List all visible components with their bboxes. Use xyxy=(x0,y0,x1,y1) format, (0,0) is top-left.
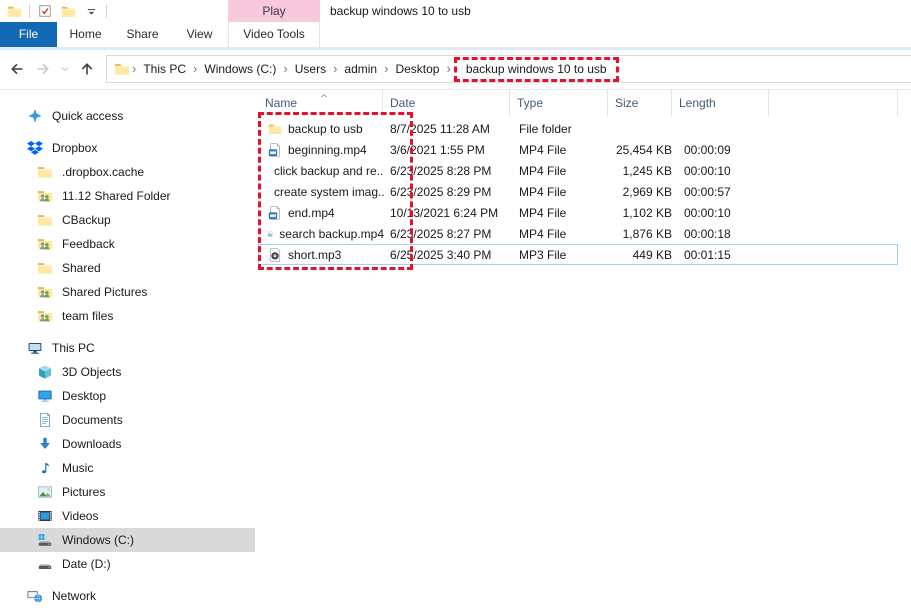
sidebar-item-feedback[interactable]: Feedback xyxy=(0,232,255,256)
sidebar-item-date-d[interactable]: Date (D:) xyxy=(0,552,255,576)
file-explorer-window: Play backup windows 10 to usb File Home … xyxy=(0,0,911,614)
drive-icon xyxy=(37,556,53,572)
breadcrumb-current-folder-highlighted[interactable]: backup windows 10 to usb xyxy=(453,56,619,82)
properties-check-icon[interactable] xyxy=(37,3,53,19)
breadcrumb-windows-c[interactable]: Windows (C:) xyxy=(199,57,281,81)
folder-icon xyxy=(37,260,53,276)
column-header-type[interactable]: Type xyxy=(510,90,608,116)
sidebar-item-cbackup[interactable]: CBackup xyxy=(0,208,255,232)
sidebar-item-3d-objects[interactable]: 3D Objects xyxy=(0,360,255,384)
toolbar-separator xyxy=(106,4,107,18)
sidebar-item-1112-shared-folder[interactable]: 11.12 Shared Folder xyxy=(0,184,255,208)
shared-folder-icon xyxy=(37,308,53,324)
forward-button[interactable] xyxy=(32,58,54,80)
recent-locations-chevron-icon[interactable] xyxy=(58,58,72,80)
sort-ascending-icon xyxy=(321,93,327,98)
window-title: backup windows 10 to usb xyxy=(330,4,471,18)
mp4-file-icon xyxy=(268,227,273,241)
file-row-backup-to-usb[interactable]: backup to usb 8/7/2025 11:28 AM File fol… xyxy=(258,118,898,139)
tab-home[interactable]: Home xyxy=(57,22,114,47)
column-headers: Name Date Type Size Length xyxy=(258,90,911,116)
download-arrow-icon xyxy=(37,436,53,452)
sidebar-item-quick-access[interactable]: Quick access xyxy=(0,104,255,128)
crumb-separator: › xyxy=(193,61,198,76)
toolbar-separator xyxy=(29,4,30,18)
tab-share[interactable]: Share xyxy=(114,22,171,47)
mp4-file-icon xyxy=(268,206,282,220)
crumb-separator: › xyxy=(283,61,288,76)
sidebar-item-shared-pictures[interactable]: Shared Pictures xyxy=(0,280,255,304)
crumb-separator: › xyxy=(446,61,451,76)
folder-icon xyxy=(268,122,282,136)
new-folder-icon[interactable] xyxy=(60,3,76,19)
music-note-icon xyxy=(37,460,53,476)
folder-icon xyxy=(37,212,53,228)
crumb-separator: › xyxy=(384,61,389,76)
shared-folder-icon xyxy=(37,236,53,252)
sidebar-item-videos[interactable]: Videos xyxy=(0,504,255,528)
column-header-filler xyxy=(769,90,898,116)
sidebar-item-windows-c[interactable]: Windows (C:) xyxy=(0,528,255,552)
file-row-search-backup-mp4[interactable]: search backup.mp4 6/23/2025 8:27 PM MP4 … xyxy=(258,223,898,244)
crumb-separator: › xyxy=(333,61,338,76)
sidebar-item-team-files[interactable]: team files xyxy=(0,304,255,328)
dropbox-icon xyxy=(27,141,43,155)
star-icon xyxy=(27,108,43,124)
sidebar-item-pictures[interactable]: Pictures xyxy=(0,480,255,504)
navigation-pane: Quick access Dropbox .dropbox.cache 11.1… xyxy=(0,90,255,614)
column-header-length[interactable]: Length xyxy=(672,90,769,116)
breadcrumb-users[interactable]: Users xyxy=(290,57,331,81)
sidebar-item-shared[interactable]: Shared xyxy=(0,256,255,280)
sidebar-item-dropbox[interactable]: Dropbox xyxy=(0,136,255,160)
tab-view[interactable]: View xyxy=(171,22,228,47)
sidebar-item-dropbox-cache[interactable]: .dropbox.cache xyxy=(0,160,255,184)
crumb-separator: › xyxy=(132,61,137,76)
customize-quick-access-icon[interactable] xyxy=(83,3,99,19)
file-rows: backup to usb 8/7/2025 11:28 AM File fol… xyxy=(255,118,911,265)
document-icon xyxy=(37,412,53,428)
file-row-short-mp3-selected[interactable]: short.mp3 6/25/2025 3:40 PM MP3 File 449… xyxy=(258,244,898,265)
sidebar-item-network[interactable]: Network xyxy=(0,584,255,608)
address-bar[interactable]: › This PC › Windows (C:) › Users › admin… xyxy=(106,55,911,83)
sidebar-item-desktop[interactable]: Desktop xyxy=(0,384,255,408)
picture-icon xyxy=(37,484,53,500)
tab-video-tools[interactable]: Video Tools xyxy=(228,22,320,47)
window-folder-icon[interactable] xyxy=(6,3,22,19)
computer-icon xyxy=(27,340,43,356)
address-folder-icon xyxy=(114,61,130,77)
column-header-size[interactable]: Size xyxy=(608,90,672,116)
mp3-file-icon xyxy=(268,248,282,262)
up-button[interactable] xyxy=(76,58,98,80)
breadcrumb-admin[interactable]: admin xyxy=(339,57,382,81)
title-bar: Play backup windows 10 to usb xyxy=(0,0,911,22)
monitor-icon xyxy=(37,388,53,404)
drive-windows-icon xyxy=(37,532,53,548)
file-row-click-backup[interactable]: click backup and re... 6/23/2025 8:28 PM… xyxy=(258,160,898,181)
folder-icon xyxy=(37,164,53,180)
sidebar-item-this-pc[interactable]: This PC xyxy=(0,336,255,360)
mp4-file-icon xyxy=(268,143,282,157)
contextual-group-play[interactable]: Play xyxy=(228,0,320,22)
column-header-name[interactable]: Name xyxy=(258,90,383,116)
film-icon xyxy=(37,508,53,524)
cube-icon xyxy=(37,364,53,380)
breadcrumb-this-pc[interactable]: This PC xyxy=(138,57,191,81)
shared-folder-icon xyxy=(37,188,53,204)
file-row-create-system-image[interactable]: create system imag... 6/23/2025 8:29 PM … xyxy=(258,181,898,202)
navigation-bar: › This PC › Windows (C:) › Users › admin… xyxy=(0,50,911,90)
file-row-end-mp4[interactable]: end.mp4 10/13/2021 6:24 PM MP4 File 1,10… xyxy=(258,202,898,223)
breadcrumb-desktop[interactable]: Desktop xyxy=(390,57,444,81)
network-icon xyxy=(27,588,43,604)
sidebar-item-downloads[interactable]: Downloads xyxy=(0,432,255,456)
file-row-beginning-mp4[interactable]: beginning.mp4 3/6/2021 1:55 PM MP4 File … xyxy=(258,139,898,160)
tab-file[interactable]: File xyxy=(0,22,57,47)
sidebar-item-music[interactable]: Music xyxy=(0,456,255,480)
column-header-date[interactable]: Date xyxy=(383,90,510,116)
shared-folder-icon xyxy=(37,284,53,300)
file-list-pane: Name Date Type Size Length backup to usb… xyxy=(255,90,911,614)
ribbon-tab-row: File Home Share View Video Tools xyxy=(0,22,911,50)
back-button[interactable] xyxy=(6,58,28,80)
sidebar-item-documents[interactable]: Documents xyxy=(0,408,255,432)
